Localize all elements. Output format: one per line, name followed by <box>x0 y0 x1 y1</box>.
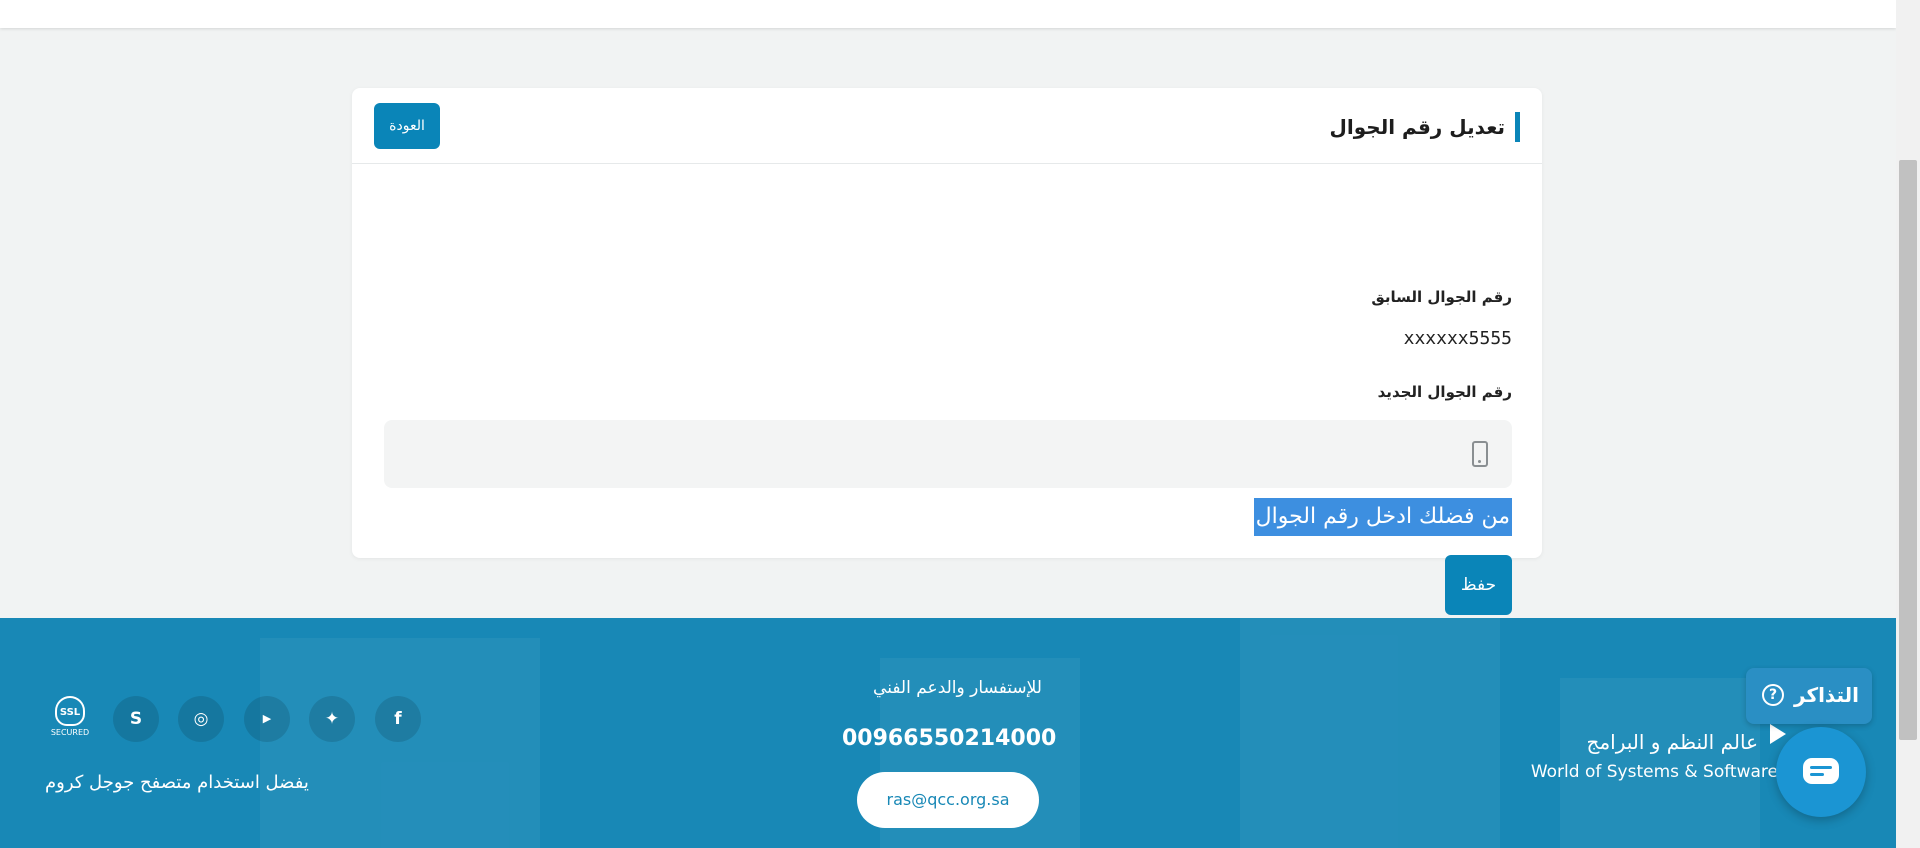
ssl-shield-icon: SSL <box>55 696 85 726</box>
twitter-icon[interactable]: ✦ <box>309 696 355 742</box>
card-header: تعديل رقم الجوال العودة <box>352 88 1542 164</box>
brand-logo-icon <box>1770 724 1786 744</box>
youtube-icon[interactable]: ▶ <box>244 696 290 742</box>
facebook-icon[interactable]: f <box>375 696 421 742</box>
support-phone: 00966550214000 <box>842 726 1057 751</box>
browser-recommendation: يفضل استخدام متصفح جوجل كروم <box>45 772 309 793</box>
new-phone-label: رقم الجوال الجديد <box>1377 383 1512 401</box>
scrollbar-thumb[interactable] <box>1899 160 1917 740</box>
instagram-icon[interactable]: ◎ <box>178 696 224 742</box>
edit-phone-card: تعديل رقم الجوال العودة رقم الجوال الساب… <box>352 88 1542 615</box>
chat-icon <box>1803 758 1839 784</box>
new-phone-field[interactable] <box>384 420 1512 488</box>
brand-name-arabic: عالم النظم و البرامج <box>1586 730 1758 754</box>
previous-phone-value: xxxxxx5555 <box>1403 328 1512 349</box>
top-header-bar <box>0 0 1896 28</box>
phone-error-message: من فضلك ادخل رقم الجوال <box>1253 498 1512 536</box>
mobile-phone-icon <box>1472 441 1488 467</box>
page-scrollbar[interactable] <box>1896 0 1920 848</box>
brand-name-english: World of Systems & Software <box>1530 762 1778 782</box>
chat-button[interactable] <box>1776 727 1866 817</box>
skype-icon[interactable]: S <box>113 696 159 742</box>
site-footer: SSL SECURED S ◎ ▶ ✦ f يفضل استخدام متصفح… <box>0 618 1896 848</box>
question-icon: ? <box>1762 684 1784 706</box>
ssl-badge: SSL SECURED <box>47 696 93 742</box>
tickets-label: التذاكر <box>1794 683 1860 707</box>
new-phone-input[interactable] <box>384 420 1512 488</box>
back-button[interactable]: العودة <box>374 103 440 149</box>
support-email-link[interactable]: ras@qcc.org.sa <box>857 772 1039 828</box>
save-button[interactable]: حفظ <box>1445 555 1512 615</box>
page-title: تعديل رقم الجوال <box>1330 112 1520 142</box>
support-title: للإستفسار والدعم الفني <box>873 678 1042 698</box>
tickets-button[interactable]: ? التذاكر <box>1746 668 1872 724</box>
ssl-caption: SECURED <box>50 728 90 737</box>
previous-phone-label: رقم الجوال السابق <box>1371 288 1512 306</box>
